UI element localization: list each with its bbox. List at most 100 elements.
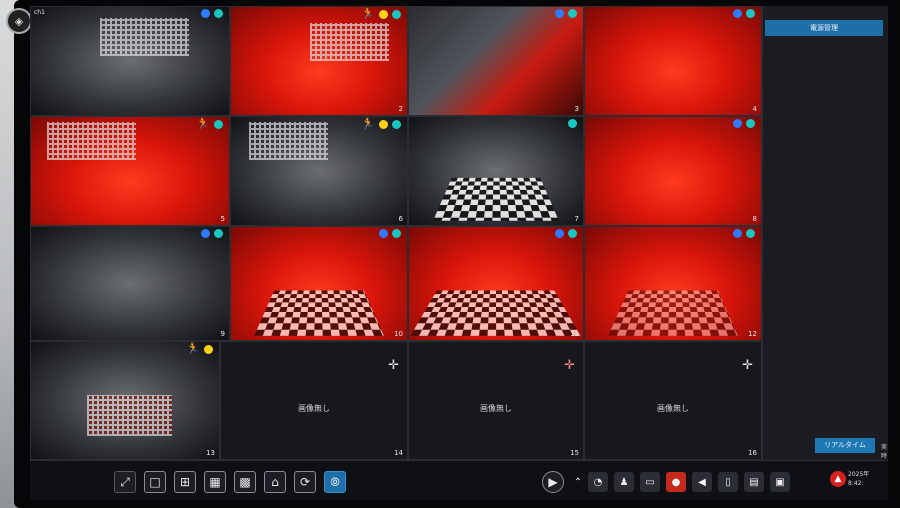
no-image-text: 画像無し [409,403,583,414]
snapshot-icon[interactable]: ▭ [640,472,660,492]
layout-custom-icon[interactable]: ⌂ [264,471,286,493]
alarm-icon[interactable]: ▲ [830,471,846,487]
toggle-icon[interactable]: ⦾ [324,471,346,493]
status-teal-icon [568,9,577,18]
ptz-icon[interactable]: ◔ [588,472,608,492]
speaker-icon[interactable]: ◀ [692,472,712,492]
camera-tile-5[interactable]: 🏃 5 [30,116,230,226]
camera-tile-7[interactable]: 7 [408,116,584,226]
channel-number: 7 [575,215,579,223]
camera-tile-8[interactable]: 8 [584,116,762,226]
side-panel: 電源管理 リアルタイム 実時 [762,6,888,500]
channel-number: 5 [221,215,225,223]
status-yellow-icon [379,10,388,19]
status-blue-icon [733,9,742,18]
add-camera-icon[interactable]: ✛ [742,358,753,373]
bottom-toolbar: ⤢ □ ⊞ ▦ ▩ ⌂ ⟳ ⦾ ▶ ⌃ ◔ ♟ ▭ ● ◀ ▯ ▤ ▣ ▲ 20… [30,460,888,500]
camera-tile-13[interactable]: 🏃 13 [30,341,220,460]
clock-time: 8:42: [848,479,869,488]
channel-number: 13 [206,449,215,457]
camera-tile-3[interactable]: 3 [408,6,584,116]
camera-image [310,23,389,61]
status-indicators: 🏃 [361,9,401,19]
status-indicators: 🏃 [186,344,213,354]
status-teal-icon [392,10,401,19]
clock-date: 2025年 [848,470,869,479]
camera-image [254,290,383,335]
layout-1-icon[interactable]: □ [144,471,166,493]
layout-4-icon[interactable]: ⊞ [174,471,196,493]
motion-person-icon: 🏃 [361,119,375,129]
trash-icon[interactable]: ▯ [718,472,738,492]
status-yellow-icon [204,345,213,354]
fullscreen-icon[interactable]: ⤢ [114,471,136,493]
status-blue-icon [555,229,564,238]
person-icon[interactable]: ♟ [614,472,634,492]
status-indicators [201,229,223,238]
status-indicators [568,119,577,128]
status-indicators [733,9,755,18]
nvr-screen: ch1 🏃 2 3 4 🏃 5 🏃 6 7 8 9 10 11 12 🏃 13 … [30,6,888,500]
motion-person-icon: 🏃 [186,344,200,354]
camera-image [47,122,136,160]
channel-number: 11 [570,330,579,338]
status-indicators [379,229,401,238]
camera-label: ch1 [34,9,45,16]
motion-person-icon: 🏃 [361,9,375,19]
camera-tile-1[interactable]: ch1 [30,6,230,116]
camera-tile-4[interactable]: 4 [584,6,762,116]
camera-tile-15[interactable]: ✛ 画像無し 15 [408,341,584,460]
camera-image [249,122,328,160]
status-teal-icon [392,229,401,238]
status-blue-icon [201,229,210,238]
monitor-icon[interactable]: ▣ [770,472,790,492]
camera-image [87,395,172,436]
status-blue-icon [733,119,742,128]
status-indicators: 🏃 [361,119,401,129]
status-teal-icon [214,9,223,18]
status-yellow-icon [379,120,388,129]
camera-tile-11[interactable]: 11 [408,226,584,341]
sequence-icon[interactable]: ⟳ [294,471,316,493]
status-indicators [201,9,223,18]
realtime-button[interactable]: リアルタイム [815,438,875,453]
motion-person-icon: 🏃 [196,119,210,129]
power-management-button[interactable]: 電源管理 [765,20,883,36]
camera-tile-14[interactable]: ✛ 画像無し 14 [220,341,408,460]
channel-number: 3 [575,105,579,113]
side-status-text: 実時 [881,442,888,460]
status-teal-icon [214,120,223,129]
status-teal-icon [746,9,755,18]
camera-tile-6[interactable]: 🏃 6 [230,116,408,226]
camera-tile-10[interactable]: 10 [230,226,408,341]
add-camera-icon[interactable]: ✛ [388,358,399,373]
folder-icon[interactable]: ▤ [744,472,764,492]
menu-logo-icon[interactable]: ◈ [6,8,32,34]
chevron-up-icon[interactable]: ⌃ [568,472,588,492]
channel-number: 15 [570,449,579,457]
record-icon[interactable]: ● [666,472,686,492]
play-icon[interactable]: ▶ [542,471,564,493]
camera-tile-12[interactable]: 12 [584,226,762,341]
status-teal-icon [392,120,401,129]
camera-tile-2[interactable]: 🏃 2 [230,6,408,116]
status-indicators [733,119,755,128]
status-indicators [733,229,755,238]
status-indicators: 🏃 [196,119,223,129]
channel-number: 16 [748,449,757,457]
channel-number: 10 [394,330,403,338]
status-blue-icon [733,229,742,238]
layout-9-icon[interactable]: ▦ [204,471,226,493]
camera-tile-9[interactable]: 9 [30,226,230,341]
camera-tile-16[interactable]: ✛ 画像無し 16 [584,341,762,460]
camera-image [608,290,737,335]
layout-16-icon[interactable]: ▩ [234,471,256,493]
status-teal-icon [568,119,577,128]
add-camera-icon[interactable]: ✛ [564,358,575,373]
status-teal-icon [746,119,755,128]
status-teal-icon [746,229,755,238]
channel-number: 12 [748,330,757,338]
channel-number: 6 [399,215,403,223]
status-blue-icon [379,229,388,238]
channel-number: 14 [394,449,403,457]
